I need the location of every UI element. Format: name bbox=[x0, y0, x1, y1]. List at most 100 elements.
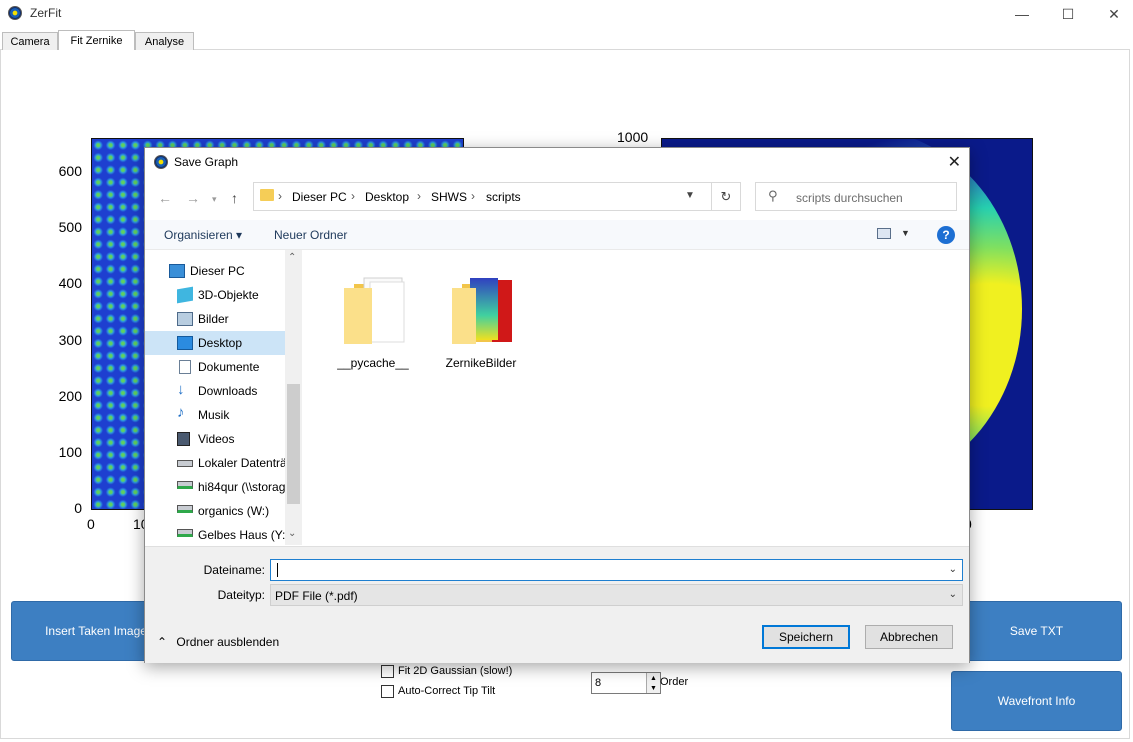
save-button[interactable]: Speichern bbox=[762, 625, 850, 649]
back-arrow-icon[interactable]: ← bbox=[158, 190, 172, 206]
drive-icon bbox=[177, 460, 193, 467]
refresh-icon[interactable]: ↻ bbox=[711, 182, 741, 211]
folder-item-pycache[interactable]: __pycache__ bbox=[328, 250, 418, 370]
breadcrumb-dieser-pc[interactable]: Dieser PC bbox=[292, 190, 347, 204]
nav-item-label: Gelbes Haus (Y:) bbox=[198, 528, 288, 542]
gaussian-checkbox[interactable] bbox=[381, 665, 394, 678]
view-options-icon[interactable] bbox=[877, 228, 891, 239]
scroll-thumb[interactable] bbox=[287, 384, 300, 504]
filename-input[interactable]: ⌄ bbox=[270, 559, 963, 581]
spin-up-icon[interactable]: ▲ bbox=[646, 673, 660, 683]
y-tick-label: 500 bbox=[58, 219, 82, 235]
dialog-footer: Dateiname: ⌄ Dateityp: PDF File (*.pdf) … bbox=[145, 546, 969, 663]
wavefront-info-button[interactable]: Wavefront Info bbox=[951, 671, 1122, 731]
organize-button[interactable]: Organisieren ▾ bbox=[164, 228, 242, 242]
app-icon bbox=[8, 6, 22, 20]
pictures-icon bbox=[177, 312, 193, 326]
file-list: __pycache__ ZernikeBilder bbox=[303, 250, 969, 545]
forward-arrow-icon[interactable]: → bbox=[186, 190, 200, 206]
filetype-select[interactable]: PDF File (*.pdf) ⌄ bbox=[270, 584, 963, 606]
nav-item-videos[interactable]: Videos bbox=[145, 427, 285, 451]
network-drive-icon bbox=[177, 505, 193, 513]
view-dropdown-icon[interactable]: ▼ bbox=[901, 228, 910, 238]
order-spinbox[interactable]: 8 ▲ ▼ bbox=[591, 672, 661, 694]
cancel-button[interactable]: Abbrechen bbox=[865, 625, 953, 649]
cube-icon bbox=[177, 286, 193, 304]
nav-item-3d-objekte[interactable]: 3D-Objekte bbox=[145, 283, 285, 307]
desktop-icon bbox=[177, 336, 193, 350]
nav-item-bilder[interactable]: Bilder bbox=[145, 307, 285, 331]
folder-icon bbox=[344, 277, 405, 344]
y-tick-label: 200 bbox=[58, 388, 82, 404]
y-tick-label: 400 bbox=[58, 275, 82, 291]
address-bar[interactable]: › Dieser PC › Desktop › SHWS › scripts bbox=[253, 182, 741, 211]
folder-label: ZernikeBilder bbox=[445, 356, 517, 370]
spin-down-icon[interactable]: ▼ bbox=[646, 683, 660, 693]
nav-item-label: Dieser PC bbox=[190, 264, 245, 278]
y-tick-label: 100 bbox=[58, 444, 82, 460]
history-chevron-icon[interactable]: ▾ bbox=[212, 194, 217, 205]
navigation-pane: Dieser PC 3D-Objekte Bilder Desktop Doku… bbox=[145, 250, 302, 545]
nav-scrollbar[interactable]: ⌃ ⌄ bbox=[285, 250, 302, 545]
address-dropdown-icon[interactable]: ▼ bbox=[685, 190, 695, 201]
new-folder-button[interactable]: Neuer Ordner bbox=[274, 228, 347, 242]
filetype-value: PDF File (*.pdf) bbox=[275, 589, 358, 603]
nav-item-label: Bilder bbox=[198, 312, 229, 326]
folder-icon bbox=[260, 189, 274, 201]
nav-item-dieser-pc[interactable]: Dieser PC bbox=[145, 259, 285, 283]
nav-item-downloads[interactable]: ↓ Downloads bbox=[145, 379, 285, 403]
scroll-down-icon[interactable]: ⌄ bbox=[288, 528, 296, 539]
hide-folders-label: Ordner ausblenden bbox=[176, 635, 280, 649]
network-drive-icon bbox=[177, 481, 193, 489]
nav-item-label: organics (W:) bbox=[198, 504, 270, 518]
music-icon: ♪ bbox=[177, 404, 185, 421]
nav-item-label: 3D-Objekte bbox=[198, 288, 259, 302]
nav-item-organics[interactable]: organics (W:) bbox=[145, 499, 285, 523]
dialog-close-icon[interactable]: ✕ bbox=[948, 152, 961, 172]
plot-top-label: 1000 bbox=[617, 129, 649, 145]
scroll-up-icon[interactable]: ⌃ bbox=[288, 252, 296, 263]
command-bar: Organisieren ▾ Neuer Ordner ▼ ? bbox=[145, 220, 969, 250]
chevron-down-icon: ⌄ bbox=[948, 589, 957, 600]
nav-item-label: Dokumente bbox=[198, 360, 260, 374]
save-txt-button[interactable]: Save TXT bbox=[951, 601, 1122, 661]
folder-label: __pycache__ bbox=[337, 356, 409, 370]
nav-item-label: Lokaler Datenträ bbox=[198, 456, 287, 470]
search-icon: ⚲ bbox=[768, 188, 778, 203]
breadcrumb-shws[interactable]: SHWS bbox=[431, 190, 467, 204]
hide-folders-toggle[interactable]: ⌃ Ordner ausblenden bbox=[157, 635, 279, 649]
separator-icon: › bbox=[417, 189, 421, 203]
folder-icon bbox=[452, 278, 512, 344]
help-icon[interactable]: ? bbox=[937, 226, 955, 244]
maximize-button[interactable]: ☐ bbox=[1045, 0, 1091, 28]
breadcrumb-scripts[interactable]: scripts bbox=[486, 190, 521, 204]
search-input[interactable]: ⚲ scripts durchsuchen bbox=[755, 182, 957, 211]
nav-item-dokumente[interactable]: Dokumente bbox=[145, 355, 285, 379]
tab-camera[interactable]: Camera bbox=[2, 32, 58, 50]
breadcrumb-desktop[interactable]: Desktop bbox=[365, 190, 409, 204]
up-arrow-icon[interactable]: ↑ bbox=[231, 190, 238, 206]
chevron-down-icon[interactable]: ⌄ bbox=[949, 564, 957, 575]
videos-icon bbox=[177, 432, 190, 446]
order-value: 8 bbox=[595, 677, 602, 689]
folder-item-zernikebilder[interactable]: ZernikeBilder bbox=[436, 250, 526, 370]
separator-icon: › bbox=[278, 189, 282, 203]
network-drive-icon bbox=[177, 529, 193, 537]
nav-item-musik[interactable]: ♪ Musik bbox=[145, 403, 285, 427]
y-tick-label: 300 bbox=[58, 332, 82, 348]
gaussian-label: Fit 2D Gaussian (slow!) bbox=[398, 665, 513, 677]
filetype-label: Dateityp: bbox=[217, 588, 265, 602]
nav-item-lokaler-datentraeger[interactable]: Lokaler Datenträ bbox=[145, 451, 287, 475]
nav-item-label: Desktop bbox=[198, 336, 243, 350]
minimize-button[interactable]: — bbox=[999, 0, 1045, 28]
close-window-button[interactable]: ✕ bbox=[1091, 0, 1133, 28]
nav-item-desktop[interactable]: Desktop bbox=[145, 331, 285, 355]
tab-fit-zernike[interactable]: Fit Zernike bbox=[58, 30, 135, 50]
nav-item-hi84qur[interactable]: hi84qur (\\storag bbox=[145, 475, 285, 499]
tab-analyse[interactable]: Analyse bbox=[135, 32, 194, 50]
dialog-title: Save Graph bbox=[174, 155, 239, 169]
separator-icon: › bbox=[351, 189, 355, 203]
tiptilt-checkbox[interactable] bbox=[381, 685, 394, 698]
nav-item-gelbes-haus[interactable]: Gelbes Haus (Y:) bbox=[145, 523, 288, 547]
nav-item-label: Videos bbox=[198, 432, 235, 446]
